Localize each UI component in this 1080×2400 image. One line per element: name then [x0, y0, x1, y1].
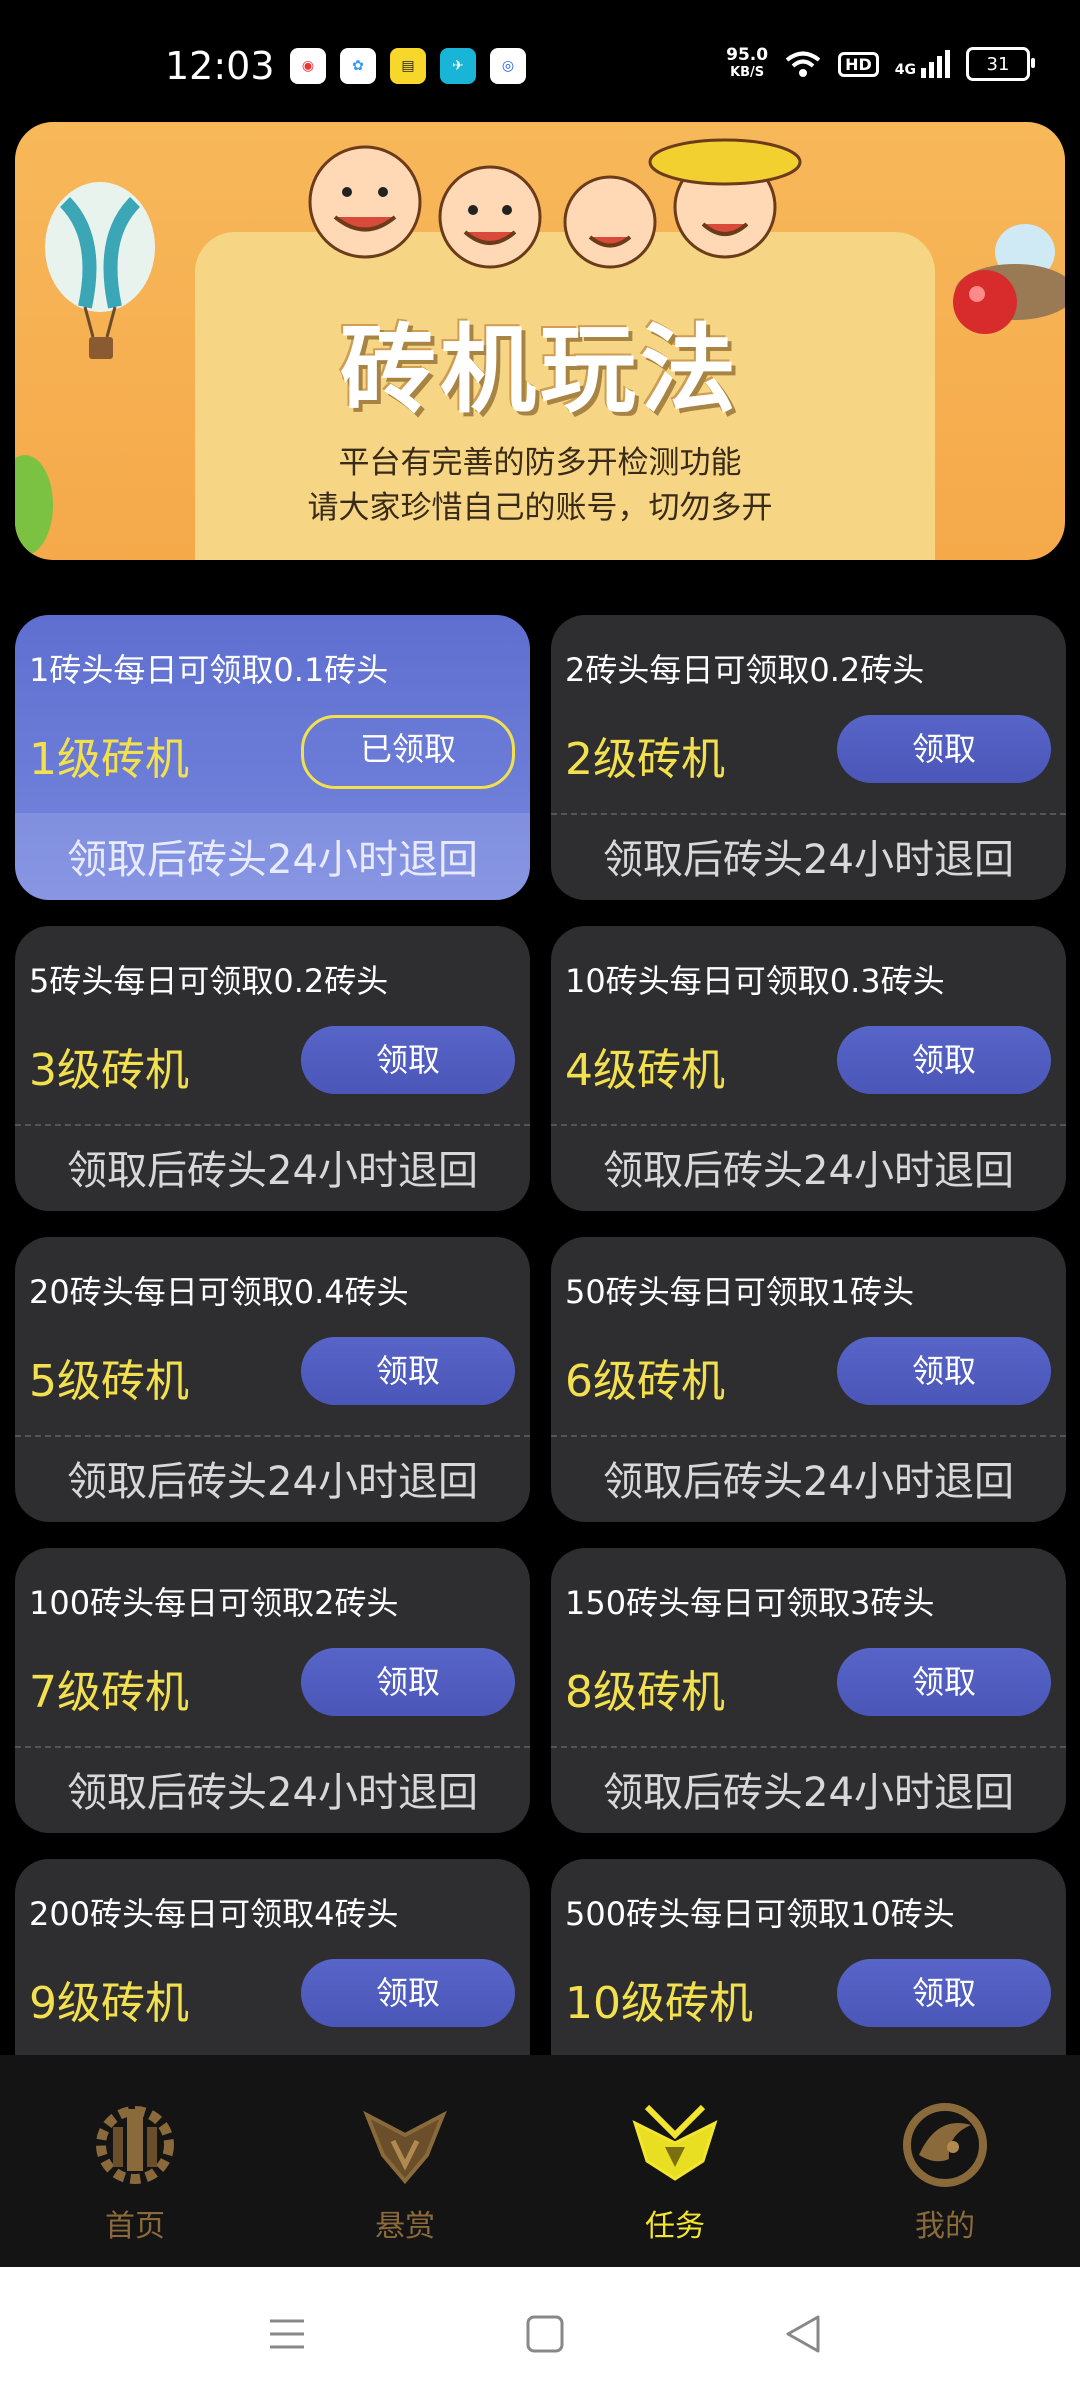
card-divider [15, 1746, 530, 1748]
machine-footer-note: 领取后砖头24小时退回 [67, 837, 478, 883]
banner-subtitle-1: 平台有完善的防多开检测功能 [338, 445, 742, 481]
claim-button[interactable]: 领取 [837, 1959, 1051, 2027]
notification-app-icon: ▤ [390, 48, 426, 84]
notification-app-icon: ◎ [490, 48, 526, 84]
machine-level: 3级砖机 [29, 1045, 189, 1096]
machine-description: 2砖头每日可领取0.2砖头 [565, 651, 925, 689]
nav-task-label: 任务 [645, 2209, 705, 2244]
machine-card: 2砖头每日可领取0.2砖头 2级砖机 领取领取后砖头24小时退回 [551, 615, 1066, 900]
claim-button[interactable]: 领取 [301, 1337, 515, 1405]
machine-description: 150砖头每日可领取3砖头 [565, 1584, 935, 1622]
claim-button[interactable]: 领取 [301, 1026, 515, 1094]
machine-level: 2级砖机 [565, 734, 725, 785]
battery-icon: 31 [966, 47, 1035, 81]
machine-footer-note: 领取后砖头24小时退回 [603, 1148, 1014, 1194]
claim-button[interactable]: 领取 [837, 1026, 1051, 1094]
machine-level: 6级砖机 [565, 1356, 725, 1407]
notification-app-icon: ✈ [440, 48, 476, 84]
machine-footer-note: 领取后砖头24小时退回 [67, 1148, 478, 1194]
signal-icon: 4G [895, 50, 950, 78]
network-speed-unit: KB/S [730, 65, 765, 80]
machine-card: 100砖头每日可领取2砖头 7级砖机 领取领取后砖头24小时退回 [15, 1548, 530, 1833]
card-divider [551, 813, 1066, 815]
machine-card: 5砖头每日可领取0.2砖头 3级砖机 领取领取后砖头24小时退回 [15, 926, 530, 1211]
claim-button[interactable]: 领取 [837, 1337, 1051, 1405]
home-emblem-icon [96, 2106, 174, 2184]
machine-card: 50砖头每日可领取1砖头 6级砖机 领取领取后砖头24小时退回 [551, 1237, 1066, 1522]
machine-level: 4级砖机 [565, 1045, 725, 1096]
machine-level: 5级砖机 [29, 1356, 189, 1407]
machine-level: 8级砖机 [565, 1667, 725, 1718]
nav-task[interactable]: 任务 [575, 2095, 775, 2245]
battery-level: 31 [986, 53, 1010, 75]
machine-description: 100砖头每日可领取2砖头 [29, 1584, 399, 1622]
machine-description: 20砖头每日可领取0.4砖头 [29, 1273, 409, 1311]
bottom-nav: 首页 悬赏 任务 我的 [0, 2055, 1080, 2267]
machine-description: 1砖头每日可领取0.1砖头 [29, 651, 389, 689]
claim-button[interactable]: 领取 [837, 715, 1051, 783]
machine-description: 10砖头每日可领取0.3砖头 [565, 962, 945, 1000]
card-divider [551, 1435, 1066, 1437]
banner-title: 砖机玩法 [340, 314, 740, 426]
network-speed-value: 95.0 [726, 45, 769, 65]
machine-footer-note: 领取后砖头24小时退回 [603, 837, 1014, 883]
nav-profile[interactable]: 我的 [845, 2095, 1045, 2245]
nav-home-label: 首页 [105, 2209, 165, 2244]
home-square-icon[interactable] [520, 2309, 570, 2359]
card-divider [15, 1124, 530, 1126]
status-time: 12:03 [165, 44, 275, 88]
bounty-emblem-icon [363, 2110, 447, 2185]
status-bar: 12:03 ◉ ✿ ▤ ✈ ◎ 95.0 KB/S HD 4G 31 [0, 0, 1080, 118]
network-type: 4G [894, 62, 916, 78]
machine-footer-note: 领取后砖头24小时退回 [603, 1459, 1014, 1505]
cartoon-kids-illustration [308, 138, 802, 269]
machine-footer-note: 领取后砖头24小时退回 [603, 1770, 1014, 1816]
banner-subtitle-2: 请大家珍惜自己的账号，切勿多开 [307, 490, 773, 526]
machine-footer-note: 领取后砖头24小时退回 [67, 1770, 478, 1816]
menu-icon[interactable] [262, 2309, 312, 2359]
nav-bounty-label: 悬赏 [375, 2209, 435, 2244]
task-emblem-icon [632, 2104, 718, 2181]
claim-button[interactable]: 领取 [301, 1648, 515, 1716]
notification-app-icon: ✿ [340, 48, 376, 84]
claimed-button[interactable]: 已领取 [301, 715, 515, 789]
status-app-icons: ◉ ✿ ▤ ✈ ◎ [290, 48, 526, 84]
status-indicators: 95.0 KB/S HD 4G 31 [726, 46, 1035, 82]
claim-button[interactable]: 领取 [837, 1648, 1051, 1716]
machine-level: 9级砖机 [29, 1978, 189, 2029]
machine-footer-note: 领取后砖头24小时退回 [67, 1459, 478, 1505]
profile-emblem-icon [903, 2103, 987, 2187]
machine-card: 150砖头每日可领取3砖头 8级砖机 领取领取后砖头24小时退回 [551, 1548, 1066, 1833]
machine-card: 20砖头每日可领取0.4砖头 5级砖机 领取领取后砖头24小时退回 [15, 1237, 530, 1522]
nav-home[interactable]: 首页 [35, 2095, 235, 2245]
card-divider [551, 1124, 1066, 1126]
machine-description: 200砖头每日可领取4砖头 [29, 1895, 399, 1933]
hd-icon: HD [838, 51, 879, 77]
nav-bounty[interactable]: 悬赏 [305, 2095, 505, 2245]
card-divider [551, 1746, 1066, 1748]
network-speed: 95.0 KB/S [726, 46, 768, 82]
machine-description: 50砖头每日可领取1砖头 [565, 1273, 915, 1311]
back-triangle-icon[interactable] [778, 2309, 828, 2359]
wifi-icon [785, 51, 821, 77]
machine-level: 10级砖机 [565, 1978, 753, 2029]
system-nav-bar [0, 2267, 1080, 2400]
machine-card: 10砖头每日可领取0.3砖头 4级砖机 领取领取后砖头24小时退回 [551, 926, 1066, 1211]
notification-app-icon: ◉ [290, 48, 326, 84]
card-divider [15, 1435, 530, 1437]
claim-button[interactable]: 领取 [301, 1959, 515, 2027]
machine-level: 1级砖机 [29, 734, 189, 785]
rules-banner: 砖机玩法 平台有完善的防多开检测功能 请大家珍惜自己的账号，切勿多开 [15, 122, 1065, 560]
machine-description: 500砖头每日可领取10砖头 [565, 1895, 955, 1933]
machine-level: 7级砖机 [29, 1667, 189, 1718]
nav-profile-label: 我的 [915, 2209, 975, 2244]
machine-card: 1砖头每日可领取0.1砖头 1级砖机 已领取领取后砖头24小时退回 [15, 615, 530, 900]
machine-description: 5砖头每日可领取0.2砖头 [29, 962, 389, 1000]
